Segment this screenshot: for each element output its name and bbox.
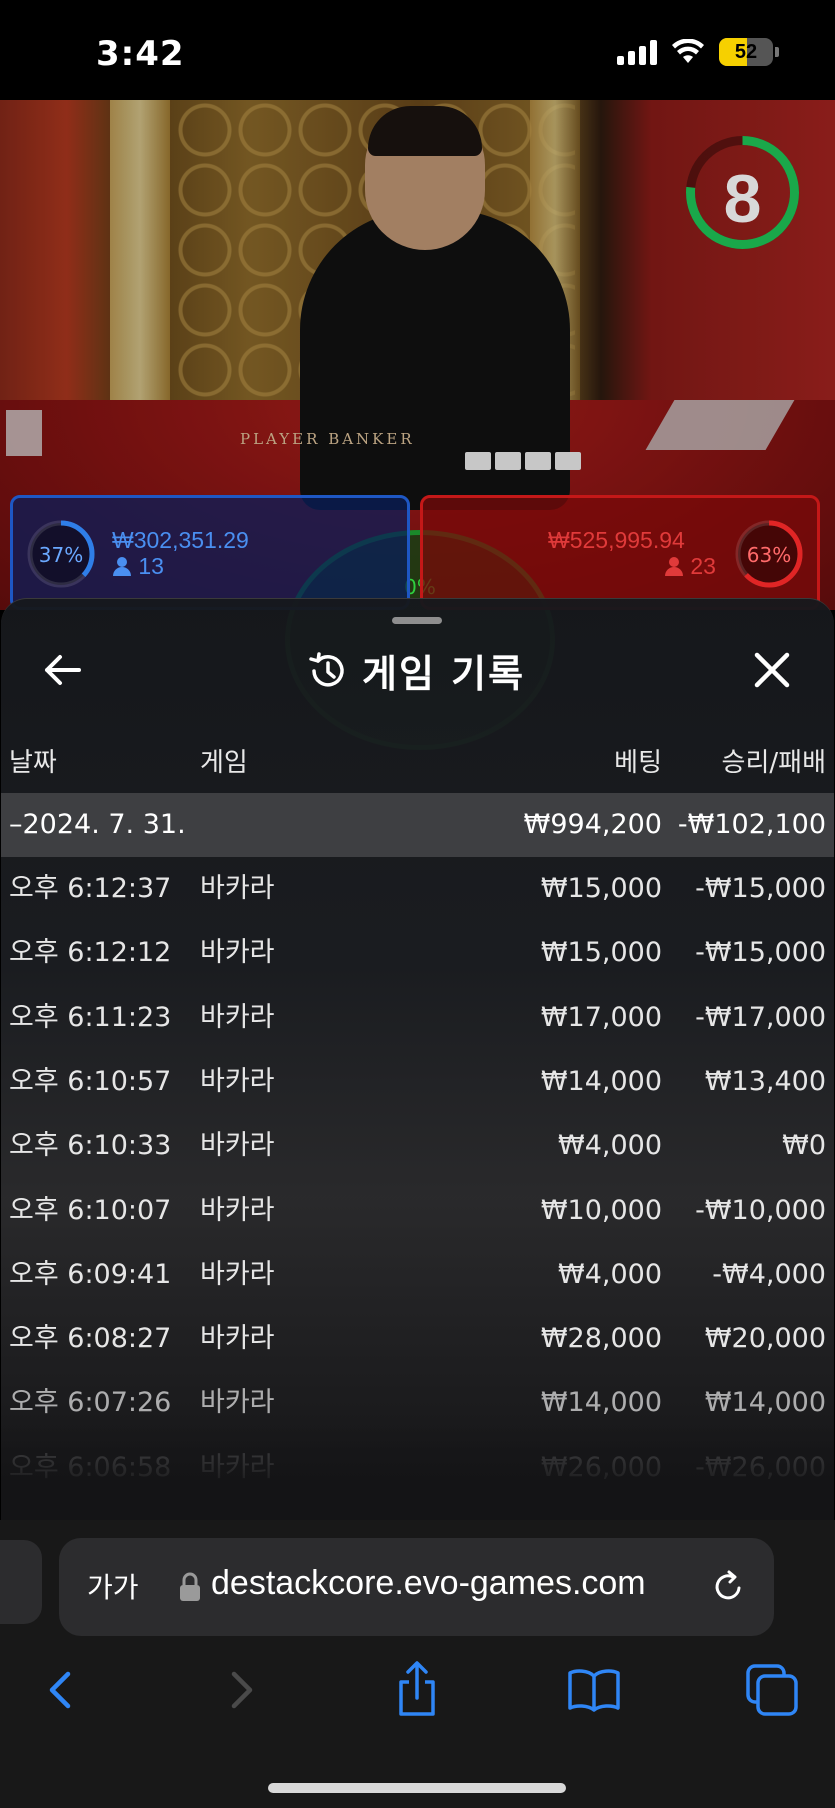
battery-icon: 52 <box>719 38 773 66</box>
sheet-header: 게임 기록 <box>306 643 525 698</box>
column-header-result: 승리/패배 <box>721 748 826 778</box>
row-game: 바카라 <box>200 873 275 904</box>
date-group-row[interactable]: –2024. 7. 31. ₩994,200 -₩102,100 <box>1 793 834 857</box>
text-size-button[interactable]: 가가 <box>87 1566 139 1606</box>
history-row[interactable]: 오후 6:09:41 바카라 ₩4,000 -₩4,000 <box>1 1243 834 1307</box>
date-group-date: –2024. 7. 31. <box>9 809 186 840</box>
row-result: -₩15,000 <box>695 937 826 969</box>
browser-toolbar <box>0 1660 835 1740</box>
row-bet: ₩15,000 <box>540 937 662 969</box>
status-time: 3:42 <box>96 34 185 74</box>
share-icon[interactable] <box>387 1660 447 1720</box>
row-result: -₩17,000 <box>695 1001 826 1033</box>
row-time: 오후 6:10:07 <box>9 1194 172 1226</box>
row-time: 오후 6:12:37 <box>9 873 172 904</box>
row-bet: ₩15,000 <box>540 873 662 904</box>
row-game: 바카라 <box>200 1194 275 1226</box>
row-result: ₩0 <box>782 1130 826 1162</box>
battery-cap <box>775 47 779 57</box>
date-group-result: -₩102,100 <box>677 809 826 840</box>
row-result: ₩13,400 <box>704 1065 826 1097</box>
row-game: 바카라 <box>200 1065 275 1097</box>
row-time: 오후 6:09:41 <box>9 1258 172 1290</box>
row-game: 바카라 <box>200 1130 275 1162</box>
history-row[interactable]: 오후 6:10:07 바카라 ₩10,000 -₩10,000 <box>1 1179 834 1243</box>
browser-bottom-bar: 가가 destackcore.evo-games.com <box>0 1520 835 1808</box>
row-game: 바카라 <box>200 1258 275 1290</box>
reload-icon[interactable] <box>709 1568 747 1606</box>
row-bet: ₩14,000 <box>540 1065 662 1097</box>
url-text: destackcore.evo-games.com <box>211 1564 646 1602</box>
bookmarks-icon[interactable] <box>564 1660 624 1720</box>
banker-percent: 63% <box>746 543 792 567</box>
wifi-icon <box>672 39 704 63</box>
game-history-sheet: 게임 기록 날짜 게임 베팅 승리/패배 –2024. 7. 31. ₩994,… <box>1 598 834 1520</box>
history-row[interactable]: 오후 6:11:23 바카라 ₩17,000 -₩17,000 <box>1 986 834 1050</box>
column-header-date: 날짜 <box>9 748 57 778</box>
back-icon[interactable] <box>32 1660 92 1720</box>
history-row[interactable]: 오후 6:12:37 바카라 ₩15,000 -₩15,000 <box>1 857 834 921</box>
close-icon[interactable] <box>749 647 795 693</box>
tabs-icon[interactable] <box>742 1660 802 1720</box>
row-result: ₩20,000 <box>704 1323 826 1355</box>
row-time: 오후 6:10:57 <box>9 1065 172 1097</box>
back-arrow-icon[interactable] <box>39 647 85 693</box>
previous-tab-peek[interactable] <box>0 1540 42 1624</box>
status-icons: 52 <box>617 38 779 66</box>
row-time: 오후 6:11:23 <box>9 1001 172 1033</box>
home-indicator <box>268 1783 566 1793</box>
sheet-title: 게임 기록 <box>362 652 526 696</box>
date-group-bet: ₩994,200 <box>523 809 662 840</box>
status-bar: 3:42 52 <box>0 0 835 100</box>
forward-icon[interactable] <box>210 1660 270 1720</box>
row-game: 바카라 <box>200 1001 275 1033</box>
player-percent: 37% <box>38 543 84 567</box>
sheet-grabber[interactable] <box>392 617 442 624</box>
row-result: -₩15,000 <box>695 873 826 904</box>
row-game: 바카라 <box>200 1323 275 1355</box>
row-bet: ₩4,000 <box>558 1258 662 1290</box>
history-row[interactable]: 오후 6:10:57 바카라 ₩14,000 ₩13,400 <box>1 1050 834 1114</box>
history-row[interactable]: 오후 6:08:27 바카라 ₩28,000 ₩20,000 <box>1 1307 834 1371</box>
row-bet: ₩10,000 <box>540 1194 662 1226</box>
address-bar[interactable]: 가가 destackcore.evo-games.com <box>59 1538 774 1636</box>
row-time: 오후 6:08:27 <box>9 1323 172 1355</box>
history-icon <box>309 651 344 687</box>
row-bet: ₩28,000 <box>540 1323 662 1355</box>
column-header-game: 게임 <box>200 748 248 778</box>
row-bet: ₩4,000 <box>558 1130 662 1162</box>
row-time: 오후 6:12:12 <box>9 937 172 969</box>
lock-icon <box>180 1572 200 1601</box>
history-row[interactable]: 오후 6:10:33 바카라 ₩4,000 ₩0 <box>1 1114 834 1178</box>
row-result: -₩10,000 <box>695 1194 826 1226</box>
history-row[interactable]: 오후 6:12:12 바카라 ₩15,000 -₩15,000 <box>1 921 834 985</box>
player-total-bet: ₩302,351.29 <box>112 527 249 553</box>
countdown-timer: 8 <box>723 161 762 237</box>
battery-percent: 52 <box>734 40 758 63</box>
row-result: -₩4,000 <box>712 1258 826 1290</box>
row-time: 오후 6:10:33 <box>9 1130 172 1162</box>
cellular-signal-icon <box>617 39 657 65</box>
banker-bettor-count: 23 <box>664 553 716 580</box>
banker-total-bet: ₩525,995.94 <box>548 527 685 553</box>
person-icon <box>665 557 683 576</box>
player-bettor-count: 13 <box>112 553 164 580</box>
row-bet: ₩17,000 <box>540 1001 662 1033</box>
row-game: 바카라 <box>200 937 275 969</box>
column-header-bet: 베팅 <box>614 748 662 778</box>
person-icon <box>113 557 131 576</box>
